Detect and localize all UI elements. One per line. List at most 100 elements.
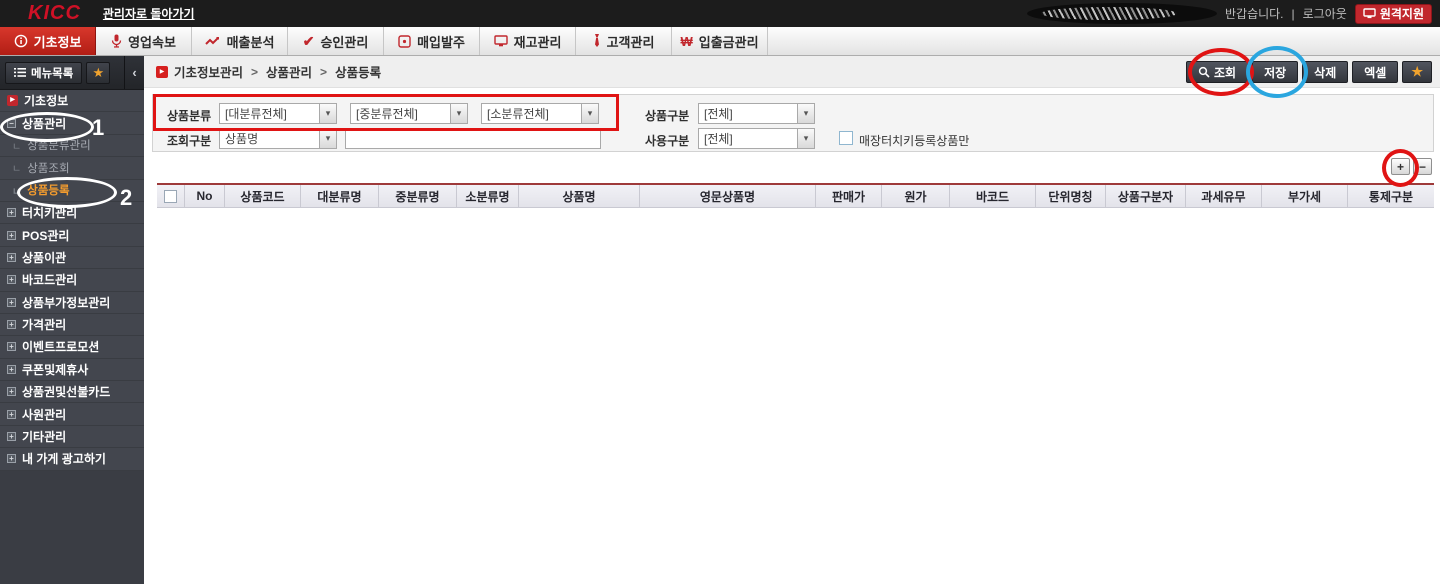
expand-box-icon: + — [7, 253, 16, 262]
tab-sales-analysis[interactable]: 매출분석 — [192, 27, 288, 55]
redacted-username — [1027, 3, 1217, 24]
info-icon — [14, 34, 28, 48]
sidebar-item-event-promotion[interactable]: + 이벤트프로모션 — [0, 336, 144, 358]
document-icon — [398, 35, 411, 48]
sidebar-item-product-search[interactable]: ㄴ 상품조회 — [0, 157, 144, 179]
sidebar-item-product-transfer[interactable]: + 상품이관 — [0, 247, 144, 269]
query-text-input[interactable] — [345, 128, 601, 149]
sidebar-item-label: 터치키관리 — [22, 204, 77, 221]
tab-cash-flow[interactable]: ₩ 입출금관리 — [672, 27, 768, 55]
sidebar-collapse-button[interactable]: ‹ — [124, 56, 144, 89]
column-header: 대분류명 — [301, 185, 379, 207]
expand-box-icon: + — [7, 320, 16, 329]
expand-box-icon: + — [7, 231, 16, 240]
excel-label: 엑셀 — [1364, 64, 1386, 81]
mid-category-select[interactable]: [중분류전체] ▾ — [350, 103, 468, 124]
sidebar-item-label: 기타관리 — [22, 428, 66, 445]
breadcrumb-item: 상품관리 — [266, 62, 312, 81]
sidebar-item-giftcard-prepaid[interactable]: + 상품권및선불카드 — [0, 381, 144, 403]
favorite-button[interactable]: ★ — [1402, 61, 1432, 83]
tree-branch-mark: ㄴ — [12, 138, 21, 153]
back-to-admin-link[interactable]: 관리자로 돌아가기 — [103, 5, 195, 22]
column-header: 바코드 — [950, 185, 1036, 207]
remote-support-button[interactable]: 원격지원 — [1355, 4, 1432, 24]
add-row-button[interactable]: + — [1391, 158, 1410, 175]
remove-row-button[interactable]: − — [1413, 158, 1432, 175]
sidebar-item-product-mgmt[interactable]: − 상품관리 — [0, 112, 144, 134]
tab-basic-info[interactable]: 기초정보 — [0, 27, 96, 55]
tab-label: 재고관리 — [514, 32, 562, 51]
query-type-filter-label: 조회구분 — [167, 132, 211, 149]
tab-label: 영업속보 — [128, 32, 176, 51]
select-all-cell — [157, 185, 185, 207]
query-type-select[interactable]: 상품명 ▾ — [219, 128, 337, 149]
sidebar-favorite-button[interactable]: ★ — [86, 62, 110, 84]
sidebar-item-label: 상품관리 — [22, 115, 66, 132]
main-content: ▶ 기초정보관리 > 상품관리 > 상품등록 조회 저장 삭제 엑셀 — [144, 56, 1440, 584]
tab-approval[interactable]: ✔ 승인관리 — [288, 27, 384, 55]
sidebar-item-label: 상품분류관리 — [27, 137, 90, 153]
sidebar-item-basic-info[interactable]: ▶ 기초정보 — [0, 90, 144, 112]
column-header: 판매가 — [816, 185, 882, 207]
remote-support-label: 원격지원 — [1380, 5, 1424, 22]
sidebar-item-product-category-mgmt[interactable]: ㄴ 상품분류관리 — [0, 135, 144, 157]
sidebar-item-pos-mgmt[interactable]: + POS관리 — [0, 224, 144, 246]
sidebar-item-label: 가격관리 — [22, 316, 66, 333]
save-button[interactable]: 저장 — [1252, 61, 1298, 83]
sidebar-item-product-extra-info[interactable]: + 상품부가정보관리 — [0, 292, 144, 314]
sidebar-item-product-register[interactable]: ㄴ 상품등록 — [0, 180, 144, 202]
column-header: 통제구분 — [1348, 185, 1434, 207]
sidebar-header: 메뉴목록 ★ ‹ — [0, 56, 144, 90]
delete-button[interactable]: 삭제 — [1302, 61, 1348, 83]
monitor-icon — [494, 35, 508, 47]
sidebar-item-etc-mgmt[interactable]: + 기타관리 — [0, 426, 144, 448]
sidebar-item-advertise-my-store[interactable]: + 내 가게 광고하기 — [0, 448, 144, 470]
action-toolbar: 조회 저장 삭제 엑셀 ★ — [1186, 61, 1432, 83]
breadcrumb-separator: > — [320, 65, 327, 79]
select-all-checkbox[interactable] — [164, 190, 177, 203]
kicc-logo: KICC — [28, 2, 81, 25]
column-header: 영문상품명 — [640, 185, 816, 207]
expand-box-icon: − — [7, 119, 16, 128]
sidebar-item-label: 상품등록 — [27, 182, 69, 198]
tab-customer[interactable]: 고객관리 — [576, 27, 672, 55]
red-box-icon: ▶ — [7, 95, 18, 106]
excel-button[interactable]: 엑셀 — [1352, 61, 1398, 83]
tab-label: 승인관리 — [320, 32, 368, 51]
chevron-down-icon: ▾ — [797, 129, 814, 148]
chevron-down-icon: ▾ — [319, 129, 336, 148]
column-header: 단위명칭 — [1036, 185, 1106, 207]
tab-sales-news[interactable]: 영업속보 — [96, 27, 192, 55]
sidebar-item-employee-mgmt[interactable]: + 사원관리 — [0, 403, 144, 425]
expand-box-icon: + — [7, 432, 16, 441]
tab-purchase-order[interactable]: 매입발주 — [384, 27, 480, 55]
sidebar-item-label: 상품조회 — [27, 160, 69, 176]
sidebar-item-label: 쿠폰및제휴사 — [22, 361, 88, 378]
monitor-icon — [1363, 8, 1376, 19]
large-category-select[interactable]: [대분류전체] ▾ — [219, 103, 337, 124]
tab-label: 매입발주 — [417, 32, 465, 51]
column-header: 부가세 — [1262, 185, 1348, 207]
small-category-select[interactable]: [소분류전체] ▾ — [481, 103, 599, 124]
tab-inventory[interactable]: 재고관리 — [480, 27, 576, 55]
product-type-select[interactable]: [전체] ▾ — [698, 103, 815, 124]
mic-icon — [111, 34, 122, 48]
sidebar-item-barcode-mgmt[interactable]: + 바코드관리 — [0, 269, 144, 291]
chevron-down-icon: ▾ — [450, 104, 467, 123]
chevron-down-icon: ▾ — [581, 104, 598, 123]
use-type-select[interactable]: [전체] ▾ — [698, 128, 815, 149]
touchkey-only-checkbox[interactable] — [839, 131, 853, 145]
chevron-down-icon: ▾ — [797, 104, 814, 123]
logout-link[interactable]: 로그아웃 — [1303, 5, 1347, 22]
column-header: No — [185, 185, 225, 207]
sidebar-item-coupon-partner[interactable]: + 쿠폰및제휴사 — [0, 359, 144, 381]
column-header: 중분류명 — [379, 185, 457, 207]
sidebar-item-label: 기초정보 — [24, 92, 68, 109]
search-icon — [1198, 66, 1210, 78]
star-icon: ★ — [93, 65, 105, 81]
menu-list-button[interactable]: 메뉴목록 — [5, 62, 82, 84]
sidebar-item-touchkey-mgmt[interactable]: + 터치키관리 — [0, 202, 144, 224]
sidebar-item-price-mgmt[interactable]: + 가격관리 — [0, 314, 144, 336]
search-button[interactable]: 조회 — [1186, 61, 1248, 83]
breadcrumb-icon: ▶ — [156, 66, 168, 78]
